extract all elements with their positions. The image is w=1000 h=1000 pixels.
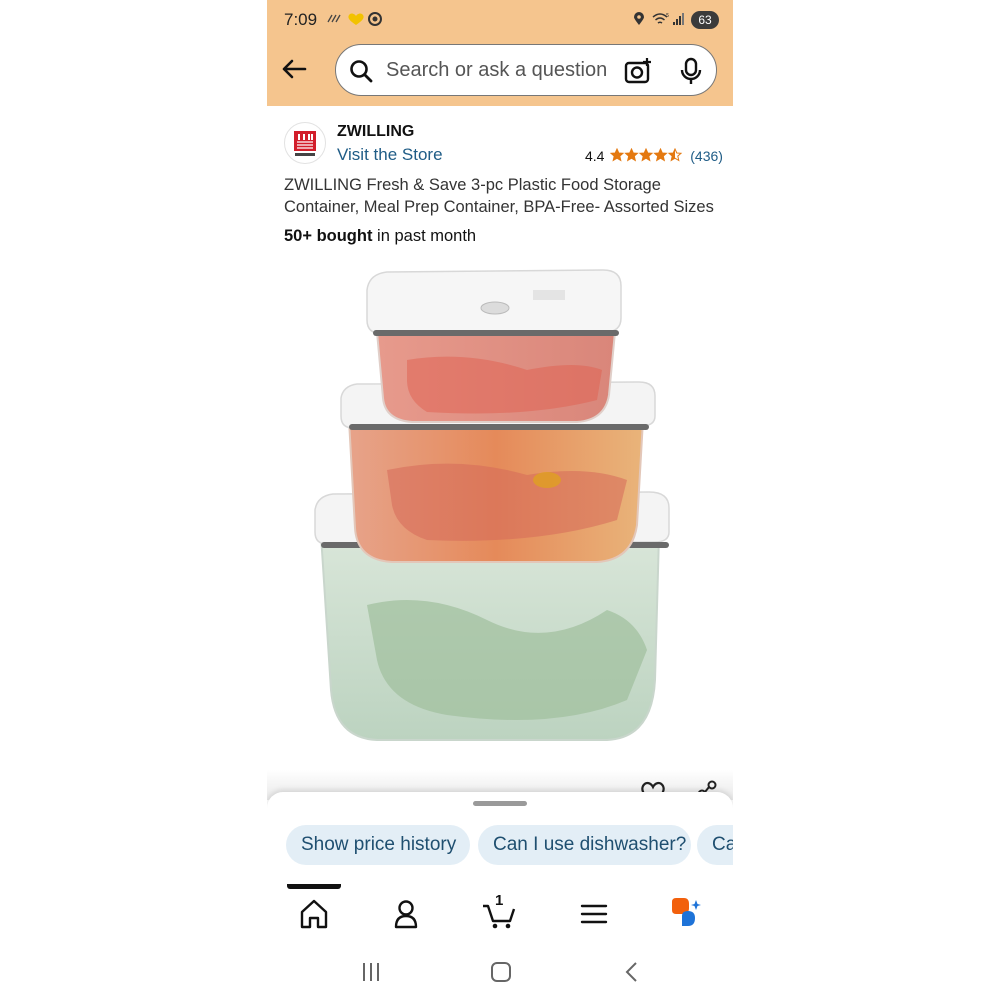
review-count: (436) [690,148,723,165]
system-nav-bar [267,944,733,1000]
suggestion-chip-truncated[interactable]: Ca [697,825,733,865]
camera-icon[interactable] [624,57,652,85]
visit-store-link[interactable]: Visit the Store [337,145,443,165]
location-icon [633,12,645,29]
active-tab-indicator [287,884,341,889]
search-input[interactable]: Search or ask a question [335,44,717,96]
bottom-nav: 1 [267,884,733,944]
recents-icon[interactable] [356,958,386,986]
search-icon [348,58,374,84]
battery-indicator: 63 [691,11,719,29]
home-icon[interactable] [296,896,332,932]
rating-value: 4.4 [585,148,605,165]
heart-wing-icon [347,12,365,29]
product-title: ZWILLING Fresh & Save 3-pc Plastic Food … [284,176,714,216]
record-icon [368,12,382,29]
phone-screen: 7:09 5 63 Search or ask a question ZWILL… [267,0,733,1000]
suggestions-sheet: Show price history Can I use dishwasher?… [267,792,733,884]
cell-signal-icon [672,12,686,29]
wifi-icon: 5 [652,12,670,29]
account-icon[interactable] [388,896,424,932]
suggestion-chip-price-history[interactable]: Show price history [286,825,470,865]
rufus-icon[interactable] [668,896,704,932]
search-header: Search or ask a question [267,40,733,106]
signal-lines-icon [327,12,341,27]
bought-suffix: in past month [372,227,477,245]
mic-icon[interactable] [679,57,703,85]
bought-in-past-month: 50+ bought in past month [284,227,476,246]
svg-text:5: 5 [666,13,669,19]
back-arrow-icon[interactable] [279,54,309,84]
brand-name: ZWILLING [337,123,415,140]
back-icon[interactable] [617,958,647,986]
home-button-icon[interactable] [486,958,516,986]
star-rating-icon [610,147,684,165]
status-bar: 7:09 5 63 [267,0,733,40]
bought-count: 50+ bought [284,227,373,245]
cart-icon[interactable]: 1 [481,892,517,932]
search-placeholder: Search or ask a question [386,59,608,81]
drag-handle[interactable] [473,801,527,806]
product-image[interactable] [307,260,693,760]
cart-count: 1 [495,892,504,909]
menu-icon[interactable] [576,896,612,932]
rating-summary[interactable]: 4.4 (436) [585,147,723,165]
brand-logo[interactable] [284,122,326,164]
status-time: 7:09 [284,10,318,29]
suggestion-chip-dishwasher[interactable]: Can I use dishwasher? [478,825,691,865]
